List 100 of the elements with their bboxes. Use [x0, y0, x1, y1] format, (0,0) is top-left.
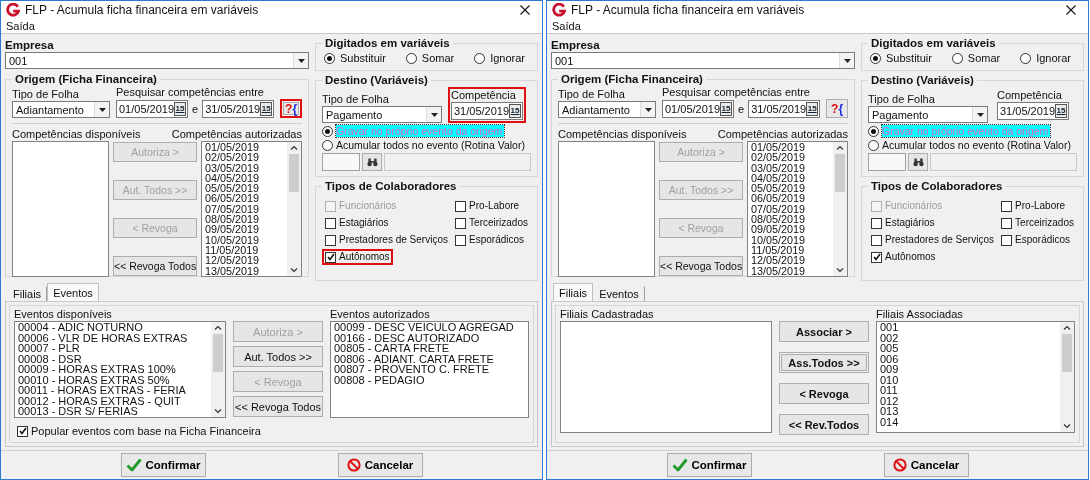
radio-button[interactable]: [870, 52, 881, 64]
list-item[interactable]: 01/05/2019: [205, 142, 287, 153]
list-item[interactable]: 04/05/2019: [205, 172, 287, 184]
input-field[interactable]: [868, 153, 906, 171]
list-item[interactable]: 010: [880, 374, 1060, 385]
radio-button[interactable]: [474, 52, 486, 64]
date-field[interactable]: 01/05/2019 15: [116, 99, 188, 118]
list-item[interactable]: 01/05/2019: [751, 142, 833, 153]
checkbox[interactable]: [455, 217, 467, 229]
list-item[interactable]: 13/05/2019: [751, 265, 833, 276]
action-button[interactable]: Aut. Todos >>: [233, 346, 323, 367]
list-item[interactable]: 07/05/2019: [205, 203, 287, 215]
scroll-thumb[interactable]: [213, 334, 223, 372]
date-field[interactable]: 31/05/2019 15: [748, 99, 821, 118]
checkbox[interactable]: [871, 234, 882, 246]
radio-button[interactable]: [868, 125, 879, 137]
list-item[interactable]: 00166 - DESC AUTORIZADO: [334, 332, 528, 343]
list-item[interactable]: 00004 - ADIC NOTURNO: [18, 322, 211, 333]
menu-item[interactable]: Saída: [6, 19, 35, 33]
date-field[interactable]: 31/05/2019 15: [997, 102, 1069, 120]
input-field[interactable]: [930, 153, 1077, 171]
list-box[interactable]: 001 002 005 006 009 010 011 012 013 014: [876, 321, 1075, 433]
list-item[interactable]: 00008 - DSR: [18, 353, 211, 364]
scrollbar[interactable]: [1060, 322, 1074, 432]
list-item[interactable]: 006: [880, 353, 1060, 364]
radio-button[interactable]: [868, 139, 879, 151]
radio-button[interactable]: [951, 52, 963, 64]
list-item[interactable]: 12/05/2019: [751, 255, 833, 266]
calendar-button[interactable]: 15: [720, 101, 732, 116]
scroll-thumb[interactable]: [289, 154, 299, 192]
list-box[interactable]: 00099 - DESC VEICULO AGREGAD 00166 - DESC AUTORIZADO 00805 - CARTA FRETE 00806 - ADIANT. CARTA FRETE 00807 - PROVENTO C. FRETE 00808 - PEDAGIO: [330, 321, 529, 418]
scroll-thumb[interactable]: [1062, 334, 1072, 372]
dropdown[interactable]: 001: [5, 52, 309, 69]
dropdown[interactable]: 001: [551, 52, 855, 69]
footer-button[interactable]: Confirmar: [120, 453, 206, 477]
list-box[interactable]: 01/05/2019 02/05/2019 03/05/2019 04/05/2019 05/05/2019 06/05/2019 07/05/2019 08/05/2019 09/05/2019 10/05/2019 11/05/2019 12/05/2019 13/05/2019: [201, 141, 302, 277]
list-item[interactable]: 11/05/2019: [751, 244, 833, 256]
list-item[interactable]: 10/05/2019: [205, 234, 287, 245]
dropdown[interactable]: Adiantamento: [558, 101, 656, 118]
menu-item[interactable]: Saída: [552, 19, 581, 33]
date-field[interactable]: 31/05/2019 15: [202, 99, 275, 118]
list-box[interactable]: 01/05/2019 02/05/2019 03/05/2019 04/05/2019 05/05/2019 06/05/2019 07/05/2019 08/05/2019 09/05/2019 10/05/2019 11/05/2019 12/05/2019 13/05/2019: [747, 141, 848, 277]
list-item[interactable]: 00006 - VLR DE HORAS EXTRAS: [18, 332, 211, 343]
action-button[interactable]: << Revoga Todos: [113, 256, 197, 276]
list-item[interactable]: 05/05/2019: [751, 183, 833, 194]
list-item[interactable]: 00808 - PEDAGIO: [334, 374, 528, 385]
checkbox[interactable]: [325, 251, 336, 263]
action-button[interactable]: << Revoga Todos: [659, 256, 743, 276]
date-field[interactable]: 01/05/2019 15: [662, 99, 734, 118]
list-item[interactable]: 09/05/2019: [205, 224, 287, 235]
checkbox[interactable]: [871, 251, 882, 263]
list-item[interactable]: 011: [880, 385, 1060, 396]
tab[interactable]: Eventos: [47, 283, 99, 301]
calendar-button[interactable]: 15: [509, 104, 521, 118]
help-button[interactable]: ?{: [280, 99, 303, 118]
list-item[interactable]: 05/05/2019: [205, 183, 287, 194]
list-item[interactable]: 002: [880, 332, 1060, 343]
list-item[interactable]: 10/05/2019: [751, 234, 833, 245]
list-item[interactable]: 00806 - ADIANT. CARTA FRETE: [334, 353, 528, 364]
scrollbar[interactable]: [211, 322, 225, 417]
list-item[interactable]: 03/05/2019: [205, 162, 287, 173]
list-item[interactable]: 04/05/2019: [751, 172, 833, 184]
list-item[interactable]: 11/05/2019: [205, 244, 287, 256]
dropdown[interactable]: Pagamento: [868, 106, 988, 123]
radio-button[interactable]: [322, 125, 333, 137]
input-field[interactable]: [322, 153, 360, 171]
list-item[interactable]: 08/05/2019: [205, 214, 287, 225]
list-item[interactable]: 005: [880, 343, 1060, 354]
list-item[interactable]: 012: [880, 395, 1060, 406]
list-item[interactable]: 12/05/2019: [205, 255, 287, 266]
scrollbar[interactable]: [287, 142, 301, 276]
list-item[interactable]: 02/05/2019: [751, 152, 833, 163]
list-box[interactable]: [14, 321, 226, 418]
list-item[interactable]: 00807 - PROVENTO C. FRETE: [334, 364, 528, 375]
checkbox[interactable]: [325, 234, 336, 246]
list-item[interactable]: 06/05/2019: [205, 193, 287, 204]
list-item[interactable]: 08/05/2019: [751, 214, 833, 225]
radio-button[interactable]: [324, 52, 335, 64]
dropdown[interactable]: Pagamento: [322, 106, 442, 123]
checkbox[interactable]: [1001, 234, 1013, 246]
checkbox[interactable]: [325, 217, 336, 229]
action-button[interactable]: Associar >: [779, 321, 869, 342]
list-item[interactable]: 00099 - DESC VEICULO AGREGAD: [334, 322, 528, 333]
list-item[interactable]: 013: [880, 406, 1060, 417]
calendar-button[interactable]: 15: [260, 101, 273, 116]
footer-button[interactable]: Confirmar: [666, 453, 752, 477]
list-item[interactable]: 00013 - DSR S/ FERIAS: [18, 406, 211, 417]
list-item[interactable]: 07/05/2019: [751, 203, 833, 215]
date-field[interactable]: 31/05/2019 15: [451, 102, 523, 120]
search-button[interactable]: [362, 153, 382, 171]
calendar-button[interactable]: 15: [1055, 104, 1067, 118]
calendar-button[interactable]: 15: [174, 101, 186, 116]
list-item[interactable]: 00012 - HORAS EXTRAS - QUIT: [18, 395, 211, 406]
list-item[interactable]: 13/05/2019: [205, 265, 287, 276]
list-item[interactable]: 00009 - HORAS EXTRAS 100%: [18, 364, 211, 375]
checkbox[interactable]: [871, 217, 882, 229]
help-button[interactable]: ?{: [826, 99, 849, 118]
input-field[interactable]: [384, 153, 531, 171]
search-button[interactable]: [908, 153, 928, 171]
radio-button[interactable]: [405, 52, 417, 64]
